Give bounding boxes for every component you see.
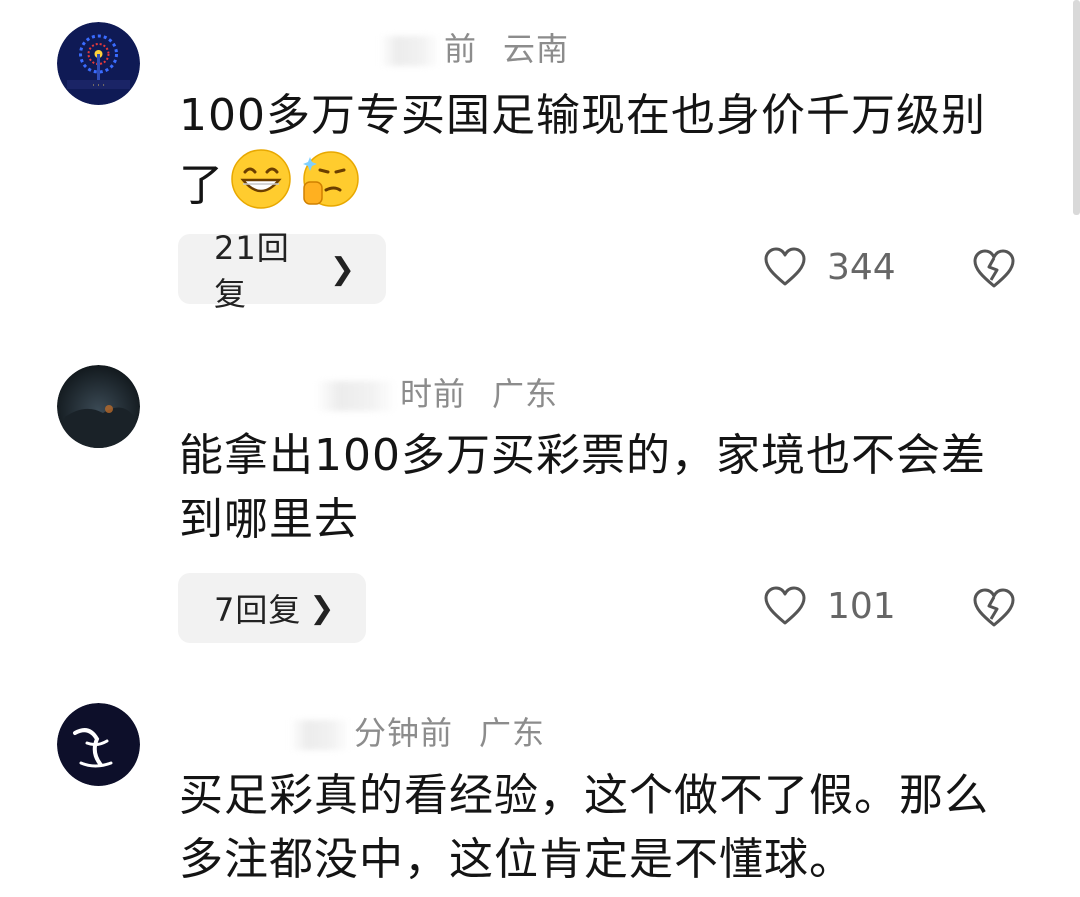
heart-outline-icon xyxy=(764,586,806,625)
comment-time: 前 xyxy=(444,30,478,68)
scrollbar[interactable] xyxy=(1073,0,1080,215)
dislike-button[interactable] xyxy=(972,587,1016,633)
comment-text: 买足彩真的看经验，这个做不了假。那么多注都没中，这位肯定是不懂球。 xyxy=(179,764,1009,892)
comment-meta: 分钟前 广东 xyxy=(290,708,545,754)
comment-text: 能拿出100多万买彩票的，家境也不会差到哪里去 xyxy=(179,424,989,552)
like-button[interactable]: 344 xyxy=(763,246,896,288)
svg-text:· · ·: · · · xyxy=(92,81,105,90)
chevron-right-icon: ❯ xyxy=(309,590,336,626)
reply-count: 21回复 xyxy=(214,229,290,313)
comment-list: · · · 前云南 100多万专买国足输现在也身价千万级别了 21回复 ❯ 344 xyxy=(0,0,1080,897)
comment-text: 100多万专买国足输现在也身价千万级别了 xyxy=(179,84,1029,218)
comment-meta: 时前 广东 xyxy=(316,369,558,415)
avatar[interactable]: · · · xyxy=(57,22,140,105)
view-replies-button[interactable]: 7回复 ❯ xyxy=(178,573,366,643)
heart-outline-icon xyxy=(764,247,806,286)
like-count: 344 xyxy=(827,246,896,288)
comment-body: 买足彩真的看经验，这个做不了假。那么多注都没中，这位肯定是不懂球。 xyxy=(179,770,989,885)
comment-location: 云南 xyxy=(503,30,570,68)
like-count: 101 xyxy=(827,585,896,627)
blurred-username xyxy=(380,36,440,66)
comment-body: 能拿出100多万买彩票的，家境也不会差到哪里去 xyxy=(179,430,986,545)
broken-heart-icon xyxy=(973,588,1015,627)
broken-heart-icon xyxy=(973,249,1015,288)
comment-location: 广东 xyxy=(479,714,546,752)
avatar[interactable] xyxy=(57,703,140,786)
view-replies-button[interactable]: 21回复 ❯ xyxy=(178,229,386,313)
grinning-face-emoji xyxy=(230,148,292,210)
thinking-thumbs-emoji xyxy=(298,148,360,210)
chevron-right-icon: ❯ xyxy=(329,251,356,287)
comment-location: 广东 xyxy=(492,375,559,413)
comment-meta: 前云南 xyxy=(380,24,569,70)
like-button[interactable]: 101 xyxy=(763,585,896,627)
blurred-username xyxy=(316,381,396,411)
avatar[interactable] xyxy=(57,365,140,448)
blurred-username xyxy=(290,720,350,750)
comment-time: 时前 xyxy=(400,375,467,413)
comment-time: 分钟前 xyxy=(354,714,454,752)
reply-count: 7回复 xyxy=(214,591,302,629)
dislike-button[interactable] xyxy=(972,248,1016,294)
